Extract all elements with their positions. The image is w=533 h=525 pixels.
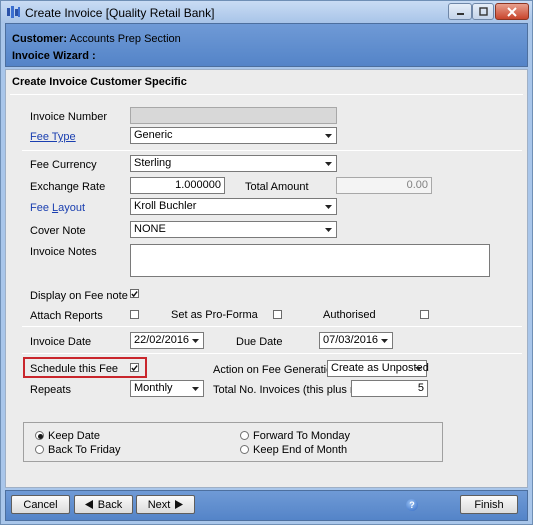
maximize-button[interactable] [472,3,494,20]
chevron-down-icon [188,382,202,395]
section-title: Create Invoice Customer Specific [12,76,187,88]
display-on-fee-note-checkbox[interactable] [130,289,139,298]
invoice-wizard-label: Invoice Wizard : [12,50,96,62]
total-no-invoices-input[interactable]: 5 [351,380,428,397]
close-icon [507,6,517,17]
customer-value: Accounts Prep Section [69,33,181,45]
chevron-down-icon [411,362,425,375]
exchange-rate-label: Exchange Rate [30,181,106,193]
window-title: Create Invoice [Quality Retail Bank] [25,6,215,20]
due-date-label: Due Date [236,336,283,348]
authorised-label: Authorised [323,309,376,321]
app-icon [7,6,20,18]
restore-icon [478,7,488,16]
invoice-date-label: Invoice Date [30,336,92,348]
customer-label: Customer: [12,33,68,45]
action-on-fee-generation-label: Action on Fee Generation [213,364,339,376]
total-amount-field: 0.00 [336,177,432,194]
due-date-picker[interactable]: 07/03/2016 [319,332,393,349]
checkmark-icon [131,364,138,371]
chevron-down-icon [321,200,335,213]
cancel-button[interactable]: Cancel [11,495,70,514]
total-amount-label: Total Amount [245,181,309,193]
minimize-button[interactable] [448,3,472,20]
fee-layout-dropdown[interactable]: Kroll Buchler [130,198,337,215]
attach-reports-checkbox[interactable] [130,310,139,319]
keep-end-of-month-label: Keep End of Month [253,444,348,456]
authorised-checkbox[interactable] [420,310,429,319]
chevron-down-icon [377,334,391,347]
divider [22,326,522,327]
invoice-number-field [130,107,337,124]
cover-note-dropdown[interactable]: NONE [130,221,337,238]
invoice-date-picker[interactable]: 22/02/2016 [130,332,204,349]
minimize-icon [456,13,464,15]
cover-note-label: Cover Note [30,225,86,237]
finish-button[interactable]: Finish [460,495,518,514]
exchange-rate-input[interactable]: 1.000000 [130,177,225,194]
customer-line: Customer: Accounts Prep Section [12,33,181,45]
keep-date-label: Keep Date [48,430,100,442]
set-as-pro-forma-checkbox[interactable] [273,310,282,319]
back-to-friday-radio[interactable] [35,445,44,454]
section-divider [10,94,523,95]
close-button[interactable] [495,3,529,20]
chevron-down-icon [321,157,335,170]
keep-end-of-month-radio[interactable] [240,445,249,454]
attach-reports-label: Attach Reports [30,310,103,322]
back-button[interactable]: Back [74,495,133,514]
fee-type-label[interactable]: Fee Type [30,131,76,143]
help-icon[interactable]: ? [406,499,418,511]
keep-date-radio[interactable] [35,431,44,440]
fee-type-dropdown[interactable]: Generic [130,127,337,144]
fee-layout-label[interactable]: Fee Layout [30,202,85,214]
invoice-notes-textarea[interactable] [130,244,490,277]
next-button[interactable]: Next [136,495,195,514]
forward-to-monday-radio[interactable] [240,431,249,440]
back-arrow-icon [84,500,93,509]
back-to-friday-label: Back To Friday [48,444,121,456]
action-on-fee-generation-dropdown[interactable]: Create as Unposted [327,360,429,377]
divider [22,353,522,354]
schedule-this-fee-checkbox[interactable] [130,363,139,372]
set-as-pro-forma-label: Set as Pro-Forma [171,309,258,321]
chevron-down-icon [321,223,335,236]
fee-currency-label: Fee Currency [30,159,97,171]
schedule-this-fee-label: Schedule this Fee [30,363,119,375]
divider [22,150,522,151]
chevron-down-icon [321,129,335,142]
chevron-down-icon [188,334,202,347]
next-arrow-icon [175,500,184,509]
fee-currency-dropdown[interactable]: Sterling [130,155,337,172]
title-bar: Create Invoice [Quality Retail Bank] [1,1,532,23]
forward-to-monday-label: Forward To Monday [253,430,351,442]
date-adjustment-group [23,422,443,462]
repeats-dropdown[interactable]: Monthly [130,380,204,397]
repeats-label: Repeats [30,384,71,396]
checkmark-icon [131,290,138,297]
invoice-number-label: Invoice Number [30,111,108,123]
display-on-fee-note-label: Display on Fee note [30,290,128,302]
invoice-notes-label: Invoice Notes [30,246,97,258]
